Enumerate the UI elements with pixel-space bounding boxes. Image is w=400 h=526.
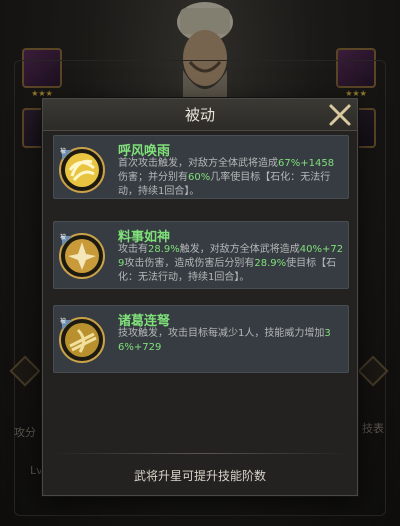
skill-card-2[interactable]: 被 料事如神 攻击有28.9%触发，对敌方全体武将造成40%+729攻击伤害，造… [53,221,349,289]
skill-badge-1: 被 [60,148,67,155]
skill-badge-3: 被 [60,318,67,325]
skill-card-3[interactable]: 被 诸葛连弩 技攻触发，攻击目标每减少1人，技能威力增加36%+729 [53,305,349,373]
skill-value-highlight: 60% [188,172,211,183]
dialog-title: 被动 [184,106,215,124]
skill-desc-1: 首次攻击触发，对敌方全体武将造成67%+1458伤害；并分别有60%几率使目标【… [118,157,344,199]
star-upgrade-hint: 武将升星可提升技能阶数 [133,469,266,483]
skill-value-highlight: +1458 [300,158,335,169]
skill-desc-text: 伤害；并分别有 [118,172,188,183]
skill-desc-2: 攻击有28.9%触发，对敌方全体武将造成40%+729攻击伤害，造成伤害后分别有… [118,243,344,285]
skill-value-highlight: 67% [278,158,301,169]
footer-divider [51,453,351,454]
skill-value-highlight: 28.9% [148,244,180,255]
passive-skills-dialog: 被动 被 呼风唤雨 首次攻击触发，对敌方全体武将造成67%+1458伤害；并分别… [42,98,358,496]
skill-card-1[interactable]: 被 呼风唤雨 首次攻击触发，对敌方全体武将造成67%+1458伤害；并分别有60… [53,135,349,199]
skill-desc-text: 攻击有 [118,244,148,255]
close-x-icon[interactable] [326,101,354,129]
skill-desc-text: 攻击伤害，造成伤害后分别有 [124,258,255,269]
skill-desc-3: 技攻触发，攻击目标每减少1人，技能威力增加36%+729 [118,327,344,355]
skill-badge-2: 被 [60,234,67,241]
skill-desc-text: 触发，对敌方全体武将造成 [179,244,300,255]
skill-desc-text: 首次攻击触发，对敌方全体武将造成 [118,158,278,169]
skill-desc-text: 技攻触发，攻击目标每减少1人，技能威力增加 [118,328,325,339]
skill-value-highlight: 28.9% [254,258,287,269]
dialog-header: 被动 [43,99,357,131]
